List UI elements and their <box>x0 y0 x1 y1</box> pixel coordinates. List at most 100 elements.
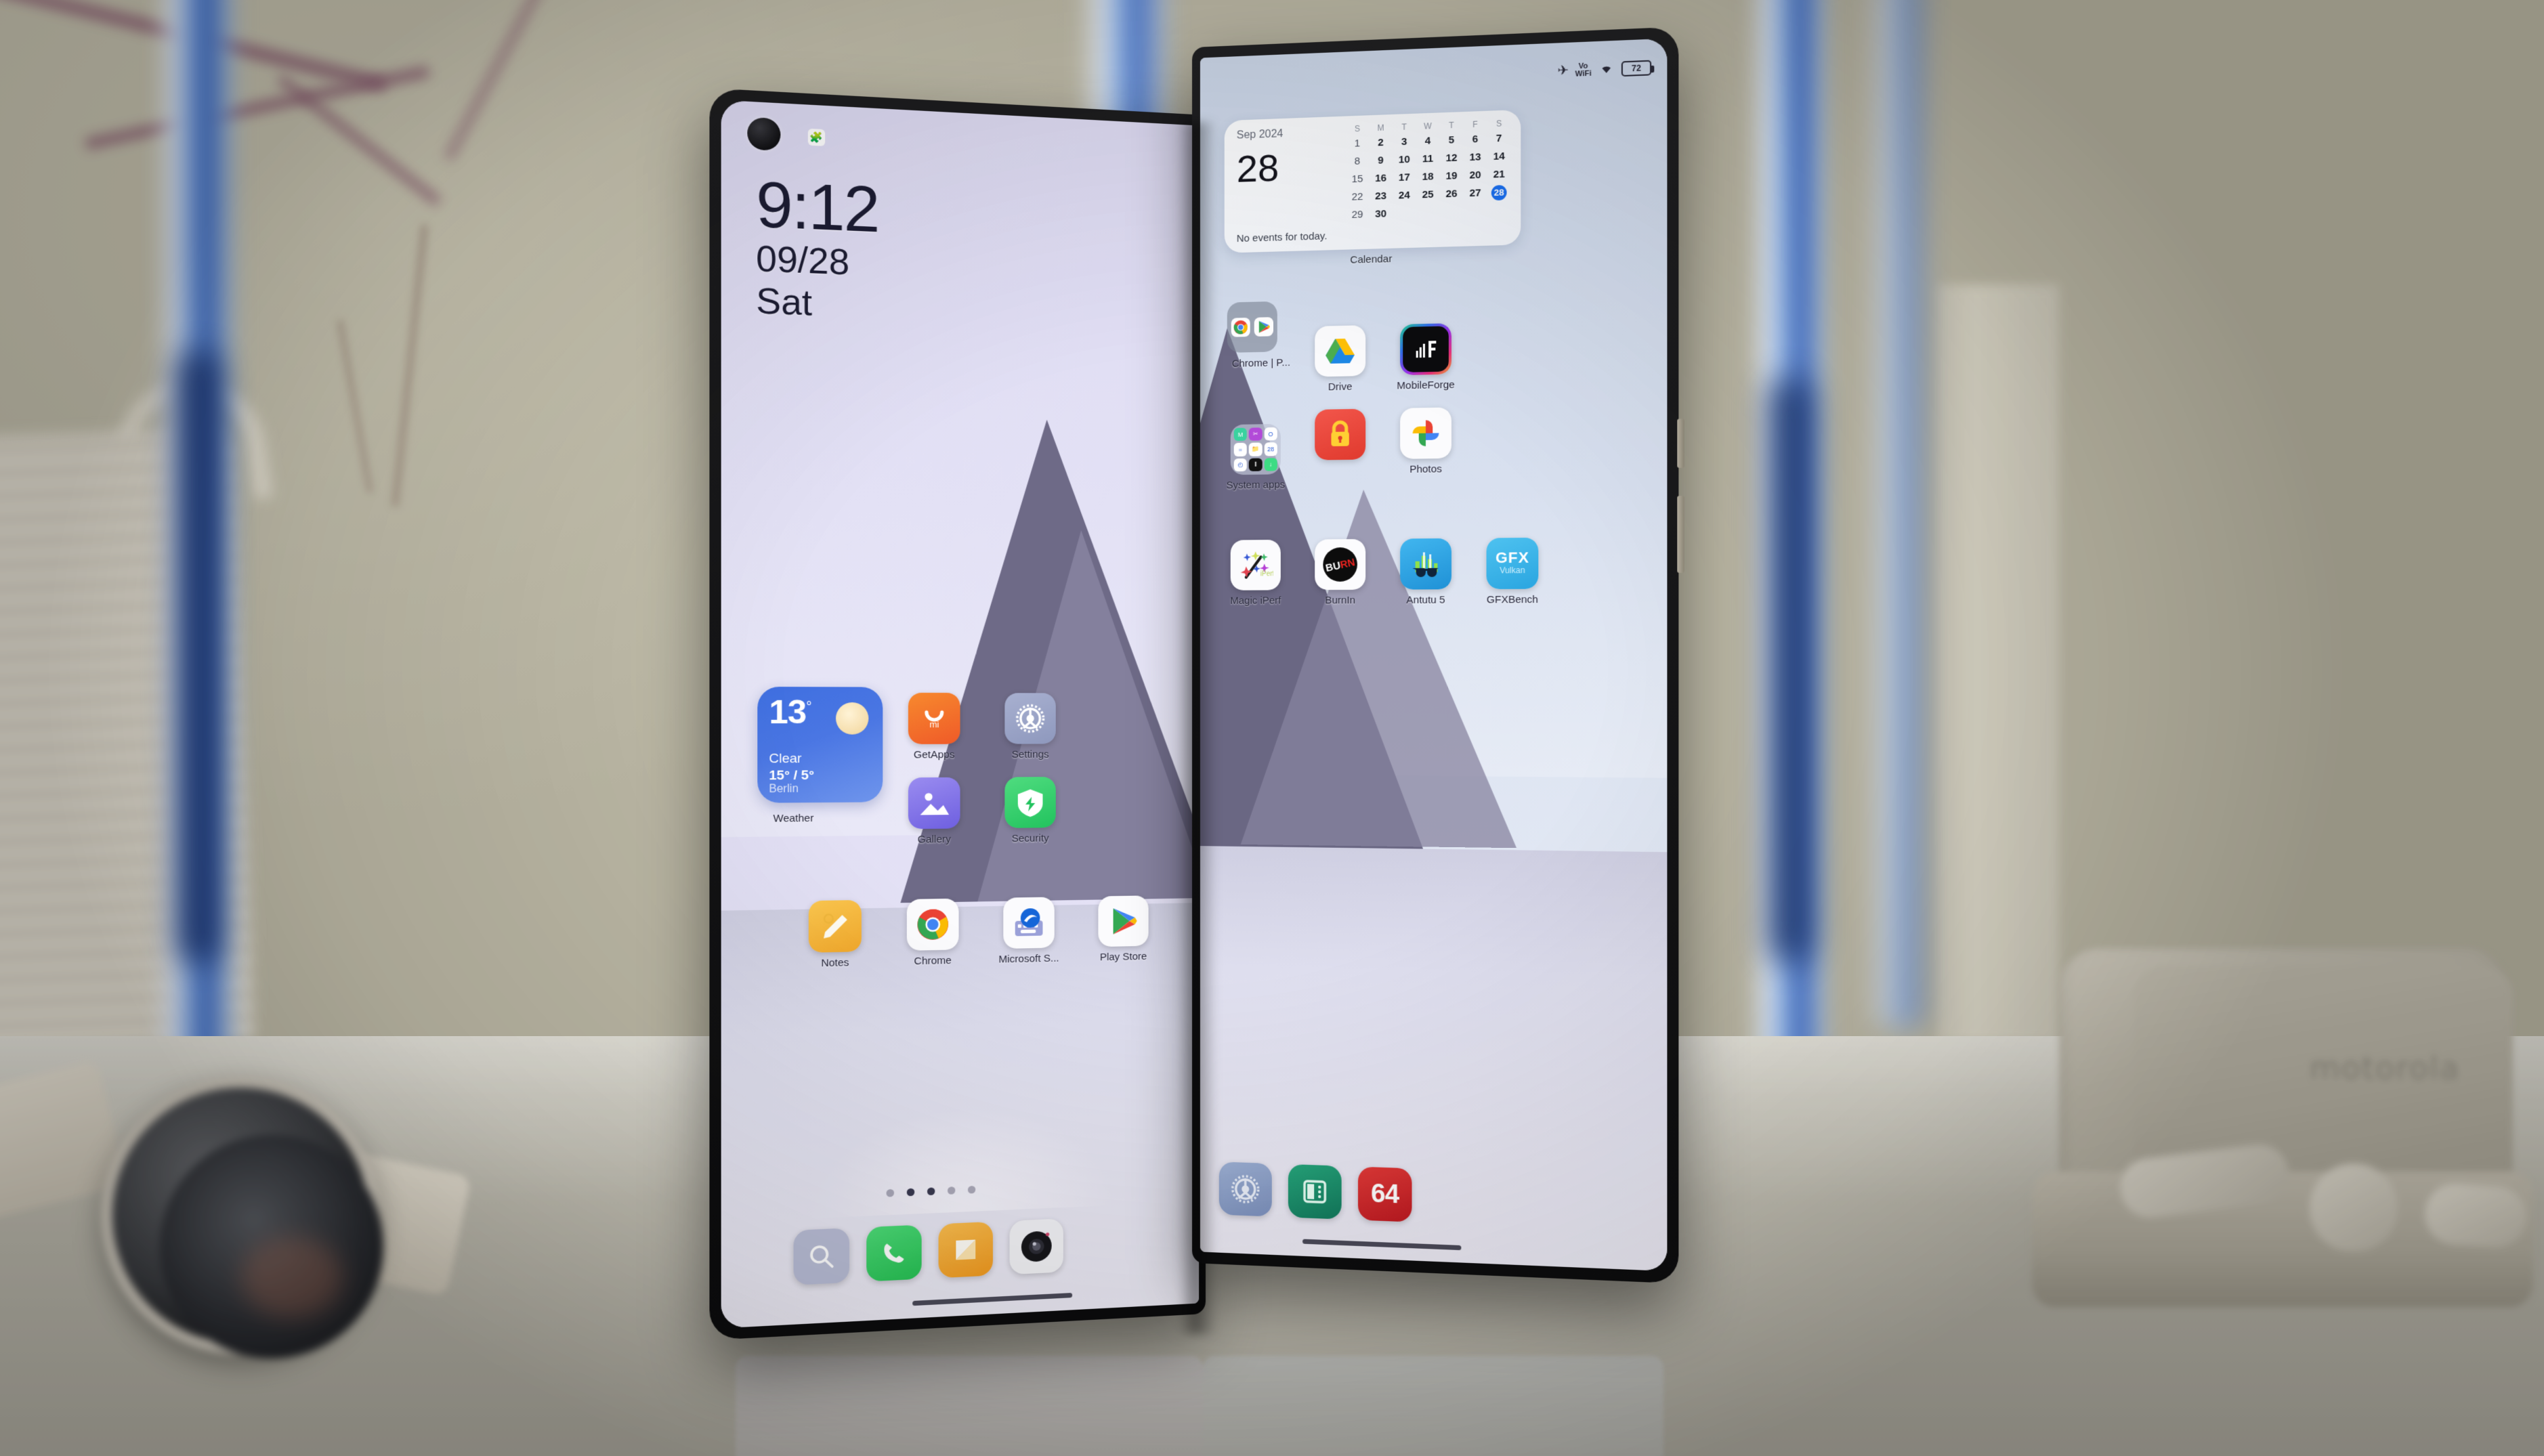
calendar-day-cell[interactable]: 4 <box>1416 133 1440 150</box>
calendar-day-cell[interactable]: 13 <box>1463 150 1487 166</box>
64-benchmark-icon[interactable]: 64 <box>1357 1166 1412 1222</box>
phone-reflection-right <box>1203 1356 1663 1456</box>
clock-widget[interactable]: 9:12 09/28 Sat <box>756 169 879 326</box>
app-label: Notes <box>821 956 849 970</box>
calendar-today[interactable]: 28 <box>1491 185 1507 201</box>
app-photos[interactable]: Photos <box>1393 407 1459 475</box>
calendar-day-cell[interactable]: 22 <box>1346 190 1370 205</box>
phone-left-half: 🧩 9:12 09/28 Sat 13° Clear 15° / 5° Berl… <box>709 88 1206 1354</box>
app-getapps[interactable]: mi GetApps <box>900 692 968 761</box>
watch-body <box>102 1077 383 1358</box>
app-magic-iperf[interactable]: iPerf Magic iPerf <box>1223 539 1288 607</box>
search-icon[interactable] <box>793 1228 850 1285</box>
app-lock[interactable] <box>1307 408 1373 465</box>
battery-percent: 72 <box>1631 62 1641 73</box>
airplane-mode-icon: ✈ <box>1557 63 1569 79</box>
calendar-day-cell[interactable]: 29 <box>1346 207 1370 223</box>
earbud <box>2423 1181 2528 1250</box>
security-shield-icon <box>1004 777 1056 828</box>
volume-button[interactable] <box>1677 496 1684 573</box>
weather-widget[interactable]: 13° Clear 15° / 5° Berlin <box>757 687 883 803</box>
page-dot-active[interactable] <box>927 1187 935 1196</box>
app-label: Play Store <box>1099 950 1147 964</box>
chrome-icon <box>1231 317 1250 337</box>
calendar-widget[interactable]: Sep 2024 28 No events for today. SMTWTFS… <box>1224 109 1521 253</box>
notes-icon <box>808 899 862 953</box>
calendar-grid[interactable]: S M T W T F S 1 2 3 4 5 6 7 8 9 10 11 12 13 14 15 16 17 18 19 20 21… <box>1346 119 1511 223</box>
background-plinth <box>1937 284 2059 1043</box>
multiwindow-icon[interactable] <box>1288 1163 1342 1220</box>
app-gfxbench[interactable]: GFX Vulkan GFXBench <box>1479 537 1546 606</box>
app-play-store[interactable]: Play Store <box>1090 895 1156 964</box>
page-dot-active[interactable] <box>906 1188 915 1197</box>
chrome-playstore-split-shortcut[interactable]: Chrome | P... <box>1227 301 1295 370</box>
calendar-day-cell[interactable]: 17 <box>1393 170 1416 186</box>
settings-icon[interactable] <box>1218 1161 1272 1217</box>
app-lock-icon <box>1315 408 1366 461</box>
calculator-icon: = <box>1233 443 1248 456</box>
calendar-day-cell[interactable]: 14 <box>1487 149 1511 165</box>
camera-icon[interactable] <box>1009 1218 1063 1275</box>
app-label: BurnIn <box>1325 594 1356 607</box>
calendar-day-cell[interactable]: 21 <box>1487 167 1511 183</box>
app-label: Drive <box>1328 381 1353 393</box>
phone-right-screen[interactable]: ✈ Vo WiFi 72 Sep 2024 28 No events for t… <box>1200 38 1668 1272</box>
calendar-day-cell[interactable]: 11 <box>1416 151 1440 167</box>
calendar-day-cell[interactable]: 23 <box>1369 188 1393 204</box>
page-dot[interactable] <box>947 1186 956 1195</box>
play-store-icon <box>1254 317 1273 337</box>
calendar-day-cell[interactable]: 9 <box>1369 153 1393 169</box>
clock-time: 9:12 <box>756 169 879 246</box>
app-label: MobileForge <box>1397 379 1455 392</box>
calendar-day-cell[interactable]: 18 <box>1416 169 1440 186</box>
app-notes[interactable]: Notes <box>801 899 869 970</box>
split-left <box>1230 302 1252 353</box>
calendar-day-cell[interactable]: 2 <box>1369 135 1393 151</box>
calendar-day-cell <box>1440 205 1464 220</box>
settings-gear-icon <box>1004 693 1056 744</box>
smartwatch <box>81 1056 400 1375</box>
calendar-day-cell[interactable]: 1 <box>1346 136 1370 152</box>
app-microsoft-swiftkey[interactable]: Microsoft S... <box>996 897 1062 966</box>
calendar-day-cell[interactable]: 19 <box>1440 169 1464 185</box>
calendar-day-cell[interactable]: 25 <box>1416 187 1440 202</box>
messages-icon[interactable] <box>938 1221 993 1279</box>
page-dot[interactable] <box>886 1189 895 1197</box>
notification-icon: 🧩 <box>807 128 826 146</box>
power-button[interactable] <box>1677 419 1684 468</box>
calendar-day-cell[interactable]: 7 <box>1487 131 1511 147</box>
app-chrome[interactable]: Chrome <box>899 898 967 968</box>
calendar-day-cell[interactable]: 3 <box>1393 134 1416 150</box>
calendar-day-cell[interactable]: 27 <box>1463 186 1487 202</box>
phone-left-screen[interactable]: 🧩 9:12 09/28 Sat 13° Clear 15° / 5° Berl… <box>721 100 1200 1329</box>
app-antutu[interactable]: Antutu 5 <box>1393 538 1459 606</box>
watch-reflection <box>241 1237 343 1318</box>
calendar-day-cell[interactable]: 8 <box>1346 154 1370 169</box>
earbuds-case: motorola <box>2018 948 2533 1307</box>
app-gallery[interactable]: Gallery <box>900 777 968 846</box>
calendar-day-cell[interactable]: 16 <box>1369 171 1393 186</box>
foldable-phone: 🧩 9:12 09/28 Sat 13° Clear 15° / 5° Berl… <box>709 26 1684 1341</box>
phone-reflection <box>711 1329 1673 1456</box>
gfxbench-icon: GFX Vulkan <box>1486 537 1539 589</box>
app-security[interactable]: Security <box>997 777 1063 844</box>
calendar-day-cell[interactable]: 30 <box>1369 207 1393 222</box>
calendar-day-cell[interactable]: 15 <box>1346 171 1370 187</box>
calendar-day-cell[interactable]: 10 <box>1393 152 1416 169</box>
app-mobileforge[interactable]: MobileForge <box>1393 323 1459 392</box>
calendar-day-cell[interactable]: 5 <box>1440 133 1464 149</box>
calendar-day-cell[interactable]: 6 <box>1463 131 1487 148</box>
app-drive[interactable]: Drive <box>1307 325 1373 393</box>
mi-home-icon: M <box>1233 427 1248 442</box>
calendar-day-cell[interactable]: 20 <box>1463 167 1487 184</box>
app-burnin[interactable]: BURN BurnIn <box>1307 538 1373 607</box>
phone-icon[interactable] <box>866 1224 922 1282</box>
calendar-day-cell[interactable]: 24 <box>1393 188 1416 203</box>
calendar-day-cell[interactable]: 26 <box>1440 186 1464 202</box>
calendar-day-cell[interactable]: 12 <box>1440 150 1464 167</box>
system-apps-folder[interactable]: M ✂ O = 📁 28 ◴ ‖ ↓ System apps <box>1223 423 1288 492</box>
calendar-dow: M <box>1377 123 1384 133</box>
app-settings[interactable]: Settings <box>997 693 1063 761</box>
calendar-dow: S <box>1496 119 1502 129</box>
page-dot[interactable] <box>967 1185 976 1194</box>
